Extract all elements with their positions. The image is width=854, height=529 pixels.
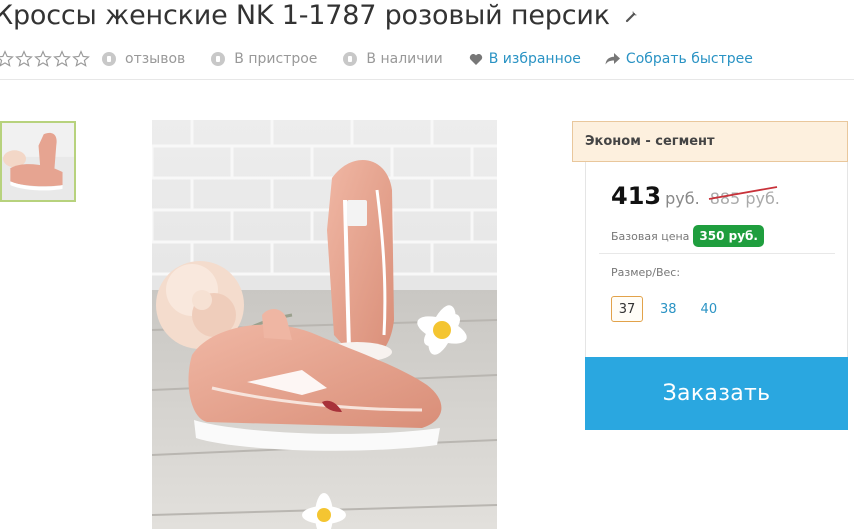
edit-icon[interactable]: [624, 6, 644, 26]
product-meta-bar: отзывов В пристрое В наличии В избранное…: [0, 48, 777, 70]
size-option-37[interactable]: 37: [611, 296, 643, 322]
page-title: Кроссы женские NK 1-1787 розовый персик: [0, 0, 644, 31]
quick-buy-link[interactable]: Собрать быстрее: [605, 51, 753, 67]
current-price: 413: [611, 182, 662, 210]
wishlist-label: В избранное: [488, 51, 581, 67]
star-icon[interactable]: [53, 50, 71, 68]
attach-status: В пристрое: [211, 51, 317, 67]
base-price-row: Базовая цена 350 руб.: [611, 225, 764, 247]
size-option-38[interactable]: 38: [653, 296, 684, 322]
segment-header: Эконом - сегмент: [572, 121, 848, 162]
info-icon: [211, 52, 226, 66]
stock-label: В наличии: [366, 51, 443, 67]
size-option-40[interactable]: 40: [694, 296, 725, 322]
currency-label: руб.: [665, 189, 700, 208]
reviews-count: отзывов: [102, 51, 185, 67]
product-main-image[interactable]: [152, 120, 497, 529]
star-icon[interactable]: [72, 50, 90, 68]
strikethrough-mark: [708, 186, 777, 200]
order-button[interactable]: Заказать: [585, 357, 848, 430]
info-icon: [343, 52, 358, 66]
size-options: 37 38 40: [611, 296, 734, 322]
old-price: 885 руб.: [708, 186, 780, 208]
info-icon: [102, 52, 116, 66]
card-divider: [599, 253, 835, 254]
share-arrow-icon: [605, 53, 620, 65]
attach-label: В пристрое: [234, 51, 318, 67]
wishlist-link[interactable]: В избранное: [469, 51, 581, 67]
product-title: Кроссы женские NK 1-1787 розовый персик: [0, 0, 610, 31]
star-icon[interactable]: [34, 50, 52, 68]
star-icon[interactable]: [15, 50, 33, 68]
reviews-label: отзывов: [125, 51, 186, 67]
product-thumbnail[interactable]: [0, 121, 76, 202]
size-label: Размер/Вес:: [611, 266, 681, 279]
star-icon[interactable]: [0, 50, 14, 68]
header-divider: [0, 79, 854, 80]
base-price-badge: 350 руб.: [693, 225, 764, 247]
price-row: 413 руб. 885 руб.: [611, 182, 780, 210]
base-price-label: Базовая цена: [611, 229, 690, 243]
quick-buy-label: Собрать быстрее: [625, 51, 753, 67]
heart-icon: [469, 53, 482, 65]
rating-stars[interactable]: [0, 50, 90, 68]
stock-status: В наличии: [343, 51, 443, 67]
